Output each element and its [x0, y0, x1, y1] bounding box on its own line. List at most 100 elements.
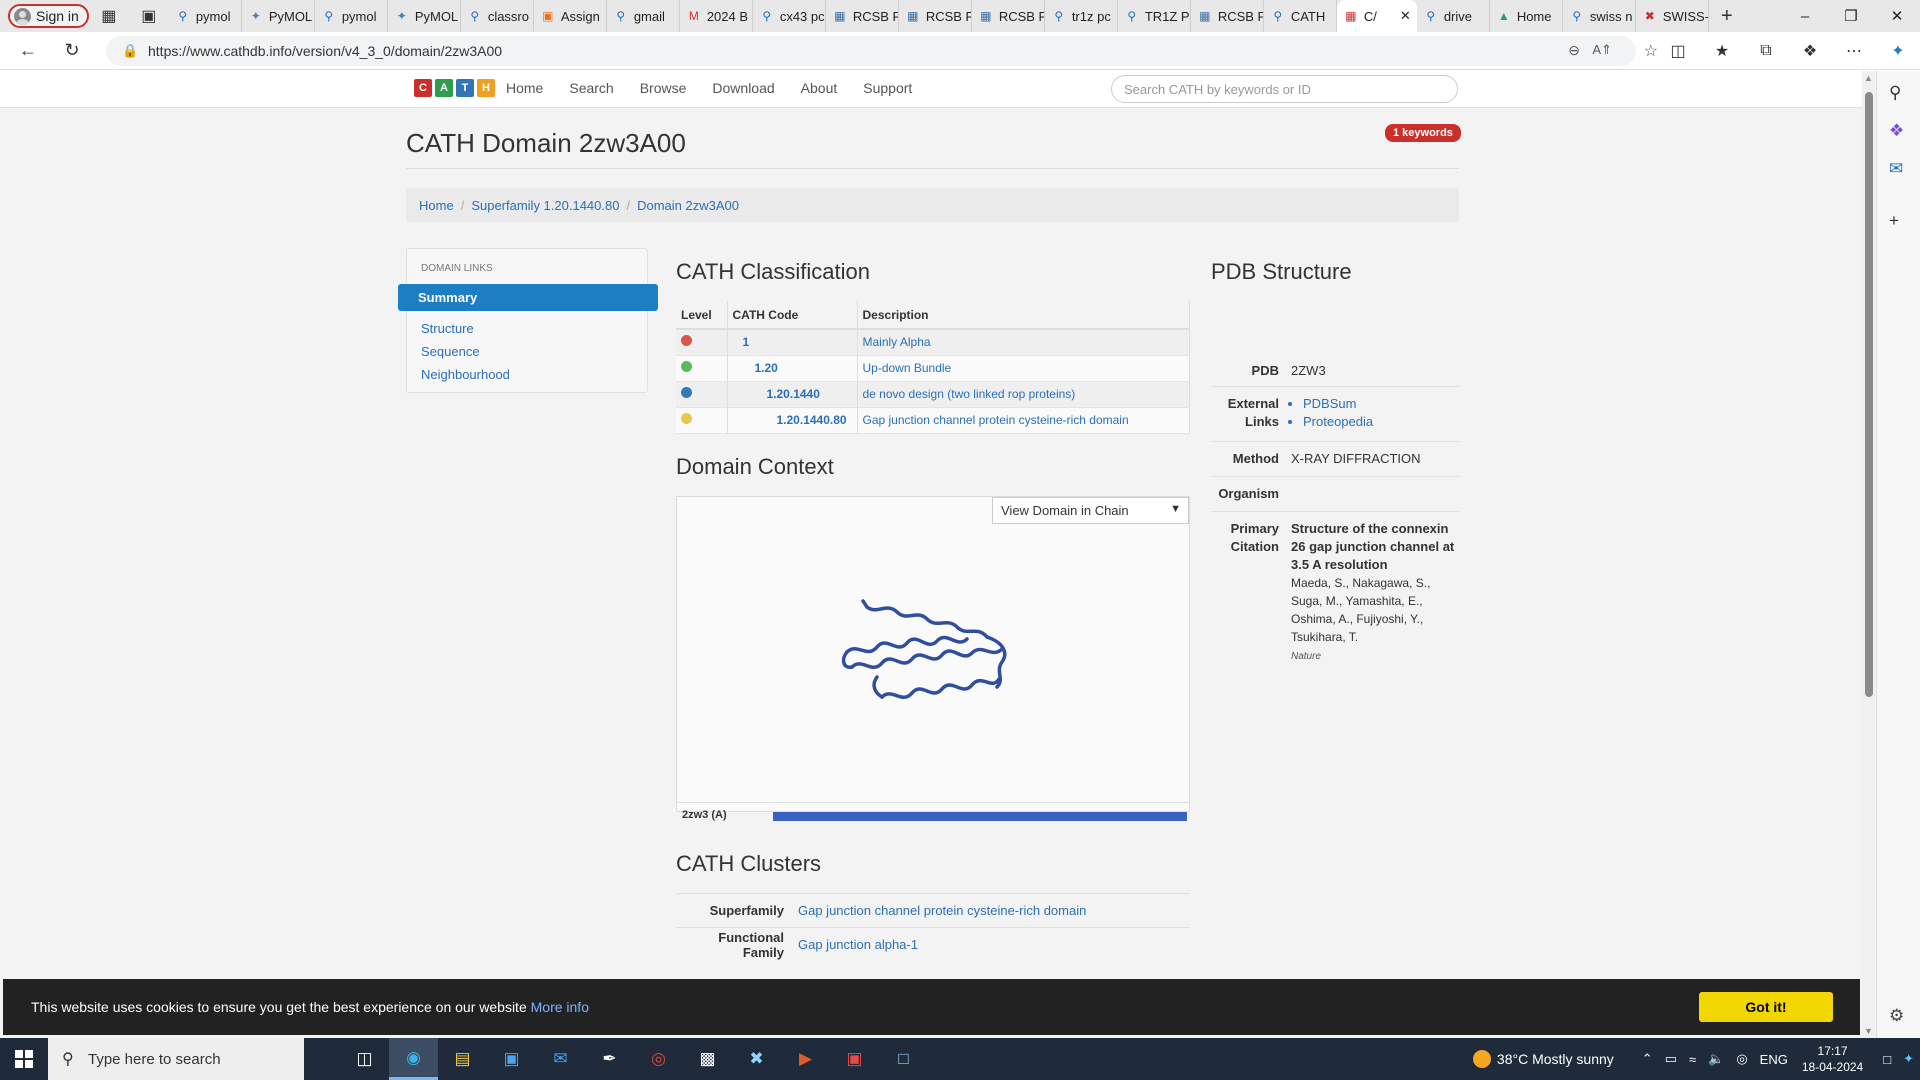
nav-link-browse[interactable]: Browse [640, 80, 687, 96]
microsoft-store-icon[interactable]: ▣ [487, 1038, 536, 1080]
search-icon[interactable]: ⚲ [1889, 83, 1901, 103]
browser-tab[interactable]: ▦ RCSB F [826, 0, 899, 32]
sidebar-item-summary[interactable]: Summary [398, 284, 658, 311]
chain-domain-bar[interactable] [773, 812, 1187, 821]
sidebar-item-sequence[interactable]: Sequence [421, 344, 480, 359]
browser-tab[interactable]: ✦ PyMOL [242, 0, 315, 32]
task-view-icon[interactable]: ◫ [340, 1038, 389, 1080]
browser-tab[interactable]: ▦ C/ ✕ [1336, 0, 1417, 32]
scroll-up-icon[interactable]: ▲ [1864, 73, 1873, 83]
description-link[interactable]: de novo design (two linked rop proteins) [857, 381, 1190, 408]
battery-icon[interactable]: ▭ [1665, 1051, 1677, 1067]
breadcrumb-domain[interactable]: Domain 2zw3A00 [637, 198, 739, 213]
favorites-icon[interactable]: ★ [1700, 32, 1744, 70]
cath-code-link[interactable]: 1.20 [727, 355, 858, 382]
weather-widget[interactable]: 38°C Mostly sunny [1472, 1050, 1614, 1068]
nav-link-search[interactable]: Search [569, 80, 613, 96]
mail-icon[interactable]: ✉ [536, 1038, 585, 1080]
pymol-app-icon[interactable]: ✖ [732, 1038, 781, 1080]
clock[interactable]: 17:17 18-04-2024 [1802, 1043, 1863, 1075]
browser-tab[interactable]: M 2024 B [680, 0, 753, 32]
back-arrow-icon[interactable]: ← [6, 32, 50, 70]
cluster-superfamily-link[interactable]: Gap junction channel protein cysteine-ri… [798, 903, 1086, 918]
browser-tab[interactable]: ⚲ gmail [607, 0, 680, 32]
cookie-more-info-link[interactable]: More info [531, 999, 589, 1015]
nav-link-support[interactable]: Support [863, 80, 912, 96]
language-indicator[interactable]: ENG [1760, 1052, 1788, 1067]
breadcrumb-home[interactable]: Home [419, 198, 454, 213]
notifications-icon[interactable]: □ [1883, 1052, 1891, 1067]
description-link[interactable]: Up-down Bundle [857, 355, 1190, 382]
close-window-icon[interactable]: ✕ [1874, 0, 1920, 32]
cluster-funfam-link[interactable]: Gap junction alpha-1 [798, 937, 918, 952]
zoom-out-icon[interactable]: ⊖ [1568, 42, 1580, 59]
red-app-icon[interactable]: ▣ [830, 1038, 879, 1080]
browser-tab[interactable]: ▣ Assign [534, 0, 607, 32]
collections-icon[interactable]: ⧉ [1744, 32, 1788, 70]
split-screen-icon[interactable]: ◫ [1656, 32, 1700, 70]
more-menu-icon[interactable]: ⋯ [1832, 32, 1876, 70]
description-link[interactable]: Mainly Alpha [857, 329, 1190, 356]
cath-code-link[interactable]: 1.20.1440 [727, 381, 858, 408]
sidebar-item-neighbourhood[interactable]: Neighbourhood [421, 367, 510, 382]
breadcrumb-superfamily[interactable]: Superfamily 1.20.1440.80 [471, 198, 619, 213]
browser-tab[interactable]: ⚲ swiss n [1563, 0, 1636, 32]
copilot-app-icon[interactable]: ❖ [1889, 121, 1904, 141]
scroll-down-icon[interactable]: ▼ [1864, 1026, 1873, 1036]
chrome-icon[interactable]: ◎ [634, 1038, 683, 1080]
browser-tab[interactable]: ▦ RCSB F [972, 0, 1045, 32]
settings-gear-icon[interactable]: ⚙ [1889, 1006, 1904, 1026]
nav-link-home[interactable]: Home [506, 80, 543, 96]
lock-icon[interactable]: 🔒 [122, 43, 138, 59]
file-explorer-icon[interactable]: ▤ [438, 1038, 487, 1080]
read-aloud-icon[interactable]: A⇑ [1592, 42, 1612, 58]
browser-tab[interactable]: ✦ PyMOL [388, 0, 461, 32]
cath-logo[interactable]: CATH [414, 79, 495, 97]
cath-code-link[interactable]: 1 [727, 329, 858, 356]
chevron-up-icon[interactable]: ⌃ [1642, 1051, 1653, 1067]
browser-tab[interactable]: ⚲ TR1Z P [1118, 0, 1191, 32]
minimize-icon[interactable]: – [1782, 0, 1828, 32]
add-app-icon[interactable]: + [1889, 211, 1899, 231]
copilot-taskbar-icon[interactable]: ✦ [1903, 1051, 1914, 1067]
browser-tab[interactable]: ▲ Home [1490, 0, 1563, 32]
browser-tab[interactable]: ⚲ tr1z pc [1045, 0, 1118, 32]
close-tab-icon[interactable]: ✕ [1400, 8, 1411, 24]
scrollbar-thumb[interactable] [1865, 92, 1873, 697]
notes-app-icon[interactable]: □ [879, 1038, 928, 1080]
nav-link-download[interactable]: Download [712, 80, 774, 96]
outlook-icon[interactable]: ✉ [1889, 159, 1903, 179]
camera-icon[interactable]: ◎ [1736, 1051, 1747, 1067]
view-domain-select[interactable]: View Domain in Chain ▼ [992, 497, 1189, 524]
cath-code-link[interactable]: 1.20.1440.80 [727, 407, 858, 434]
restore-icon[interactable]: ❐ [1828, 0, 1874, 32]
extensions-icon[interactable]: ❖ [1788, 32, 1832, 70]
tab-actions-icon[interactable]: ▣ [129, 0, 169, 32]
pen-app-icon[interactable]: ✒ [585, 1038, 634, 1080]
copilot-icon[interactable]: ✦ [1876, 32, 1920, 70]
browser-tab[interactable]: ⚲ cx43 pc [753, 0, 826, 32]
window-app-icon[interactable]: ▩ [683, 1038, 732, 1080]
protein-structure-viewer[interactable] [837, 597, 1017, 722]
wifi-icon[interactable]: ≈ [1689, 1052, 1696, 1067]
page-scrollbar[interactable]: ▲ ▼ [1862, 71, 1876, 1038]
speaker-icon[interactable]: 🔈 [1708, 1051, 1724, 1067]
taskbar-search-input[interactable]: ⚲ Type here to search [48, 1038, 304, 1080]
sidebar-item-structure[interactable]: Structure [421, 321, 474, 336]
description-link[interactable]: Gap junction channel protein cysteine-ri… [857, 407, 1190, 434]
site-search-input[interactable]: Search CATH by keywords or ID [1111, 75, 1458, 103]
new-tab-button[interactable]: + [1709, 5, 1745, 28]
keywords-badge[interactable]: 1 keywords [1385, 124, 1461, 142]
proteopedia-link[interactable]: Proteopedia [1303, 413, 1459, 431]
browser-tab[interactable]: ⚲ pymol [169, 0, 242, 32]
windows-start-icon[interactable] [0, 1038, 48, 1080]
browser-tab[interactable]: ⚲ CATH [1264, 0, 1337, 32]
refresh-icon[interactable]: ↻ [50, 32, 94, 70]
browser-tab[interactable]: ⚲ pymol [315, 0, 388, 32]
cookie-accept-button[interactable]: Got it! [1699, 992, 1833, 1022]
browser-tab[interactable]: ✖ SWISS- [1636, 0, 1709, 32]
profile-signin-button[interactable]: Sign in [8, 4, 89, 28]
browser-tab[interactable]: ▦ RCSB F [1191, 0, 1264, 32]
edge-browser-icon[interactable]: ◉ [389, 1038, 438, 1080]
browser-tab[interactable]: ⚲ drive [1417, 0, 1490, 32]
